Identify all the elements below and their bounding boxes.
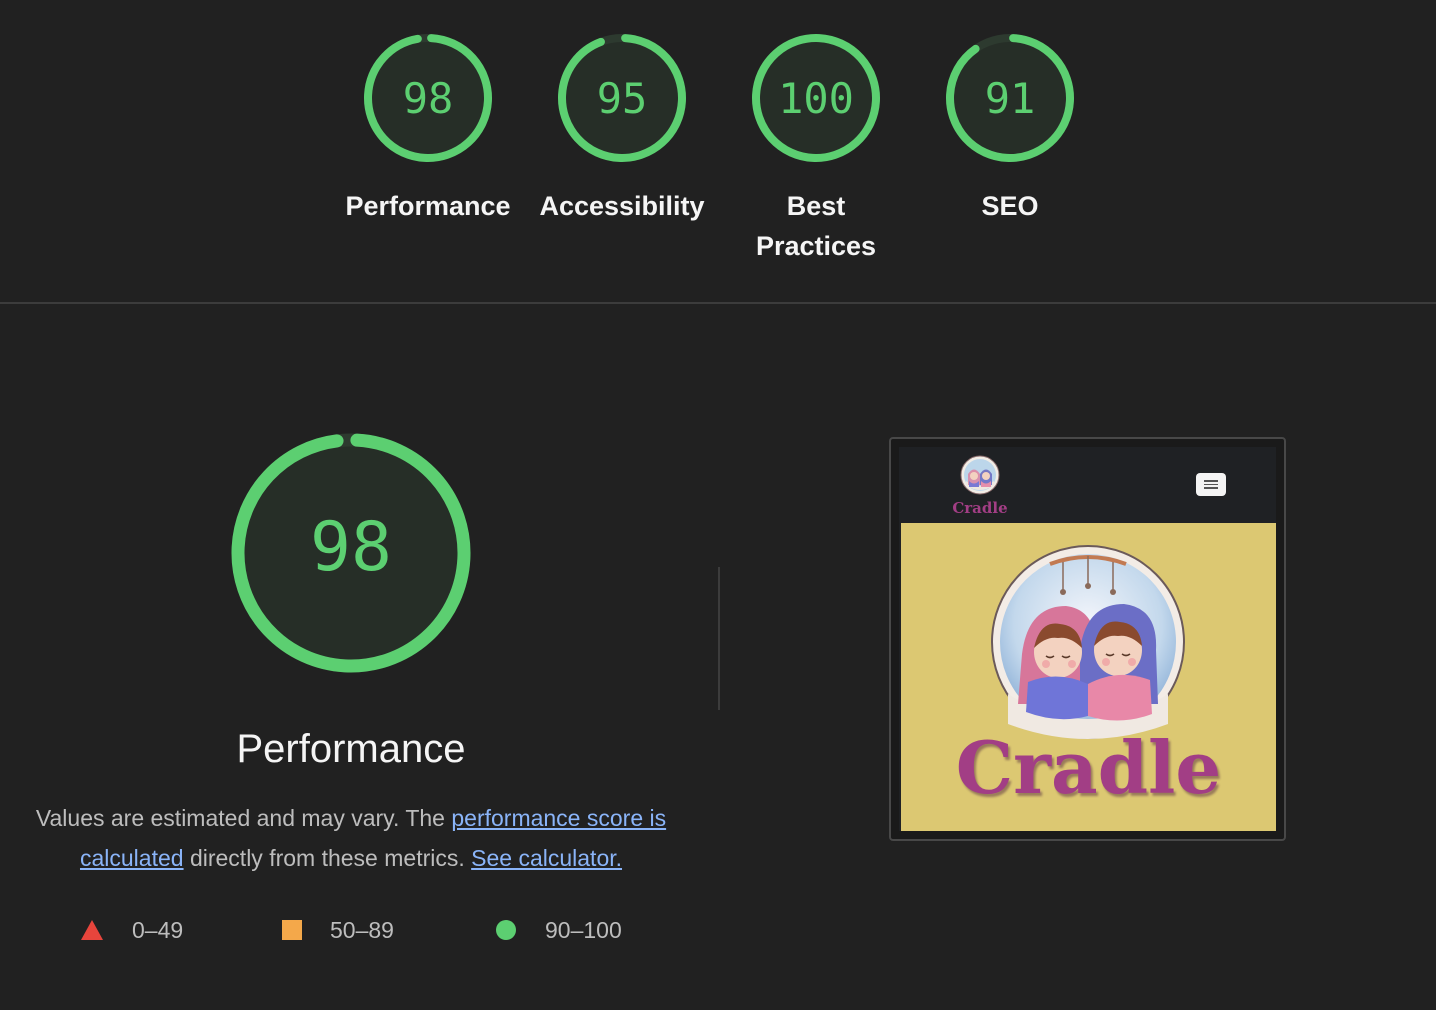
legend-fail-label: 0–49 xyxy=(132,916,184,943)
gauge-seo[interactable]: 91 SEO xyxy=(910,32,1110,226)
desc-text-2: directly from these metrics. xyxy=(183,845,472,871)
hero-title: Cradle xyxy=(955,725,1222,810)
gauge-best-practices[interactable]: 100 Best Practices xyxy=(716,32,916,266)
performance-description: Values are estimated and may vary. The p… xyxy=(20,798,682,878)
gauge-ring: 98 xyxy=(364,33,492,162)
gauge-ring: 95 xyxy=(558,33,686,162)
legend-pass: 90–100 xyxy=(495,910,622,950)
hero-logo-icon xyxy=(991,545,1185,739)
hero-section: Cradle xyxy=(901,523,1276,831)
gauge-label-line1: Accessibility xyxy=(539,191,705,221)
brand-logo-icon xyxy=(960,455,1000,495)
circle-icon xyxy=(496,920,516,940)
vertical-divider xyxy=(718,567,720,710)
gauge-score: 98 xyxy=(403,74,454,123)
gauge-label: Accessibility xyxy=(522,186,722,226)
square-icon xyxy=(282,920,302,940)
gauge-ring: 100 xyxy=(752,33,880,162)
gauge-label-line2: Practices xyxy=(755,231,877,261)
gauge-score: 91 xyxy=(985,74,1036,123)
site-brand: Cradle xyxy=(943,455,1017,516)
hamburger-menu-icon xyxy=(1196,473,1226,496)
gauge-accessibility[interactable]: 95 Accessibility xyxy=(522,32,722,226)
legend-pass-label: 90–100 xyxy=(545,916,622,943)
legend-average-label: 50–89 xyxy=(330,916,394,943)
gauge-label-line1: SEO xyxy=(981,191,1039,221)
see-calculator-link[interactable]: See calculator. xyxy=(471,845,622,871)
gauge-label: SEO xyxy=(910,186,1110,226)
site-navbar: Cradle xyxy=(899,447,1276,523)
final-screenshot[interactable]: Cradle Cradle xyxy=(889,437,1286,841)
performance-gauge-large: 98 xyxy=(231,433,471,673)
gauge-label: Best Practices xyxy=(716,186,916,266)
gauge-performance[interactable]: 98 Performance xyxy=(328,32,528,226)
score-summary: 98 Performance 95 Accessibility 100 Best… xyxy=(0,0,1436,302)
legend-average: 50–89 xyxy=(282,910,394,950)
legend-fail: 0–49 xyxy=(80,910,183,950)
performance-title: Performance xyxy=(236,727,466,771)
desc-text-1: Values are estimated and may vary. The xyxy=(35,805,452,831)
triangle-icon xyxy=(81,920,103,940)
performance-score: 98 xyxy=(310,508,392,587)
screenshot-page: Cradle Cradle xyxy=(899,447,1276,831)
gauge-label: Performance xyxy=(328,186,528,226)
gauge-ring: 91 xyxy=(946,33,1074,162)
gauge-score: 100 xyxy=(778,74,854,123)
gauge-label-line1: Performance xyxy=(345,191,511,221)
gauge-label-line1: Best xyxy=(786,191,846,221)
brand-name: Cradle xyxy=(952,499,1008,517)
gauge-score: 95 xyxy=(597,74,648,123)
